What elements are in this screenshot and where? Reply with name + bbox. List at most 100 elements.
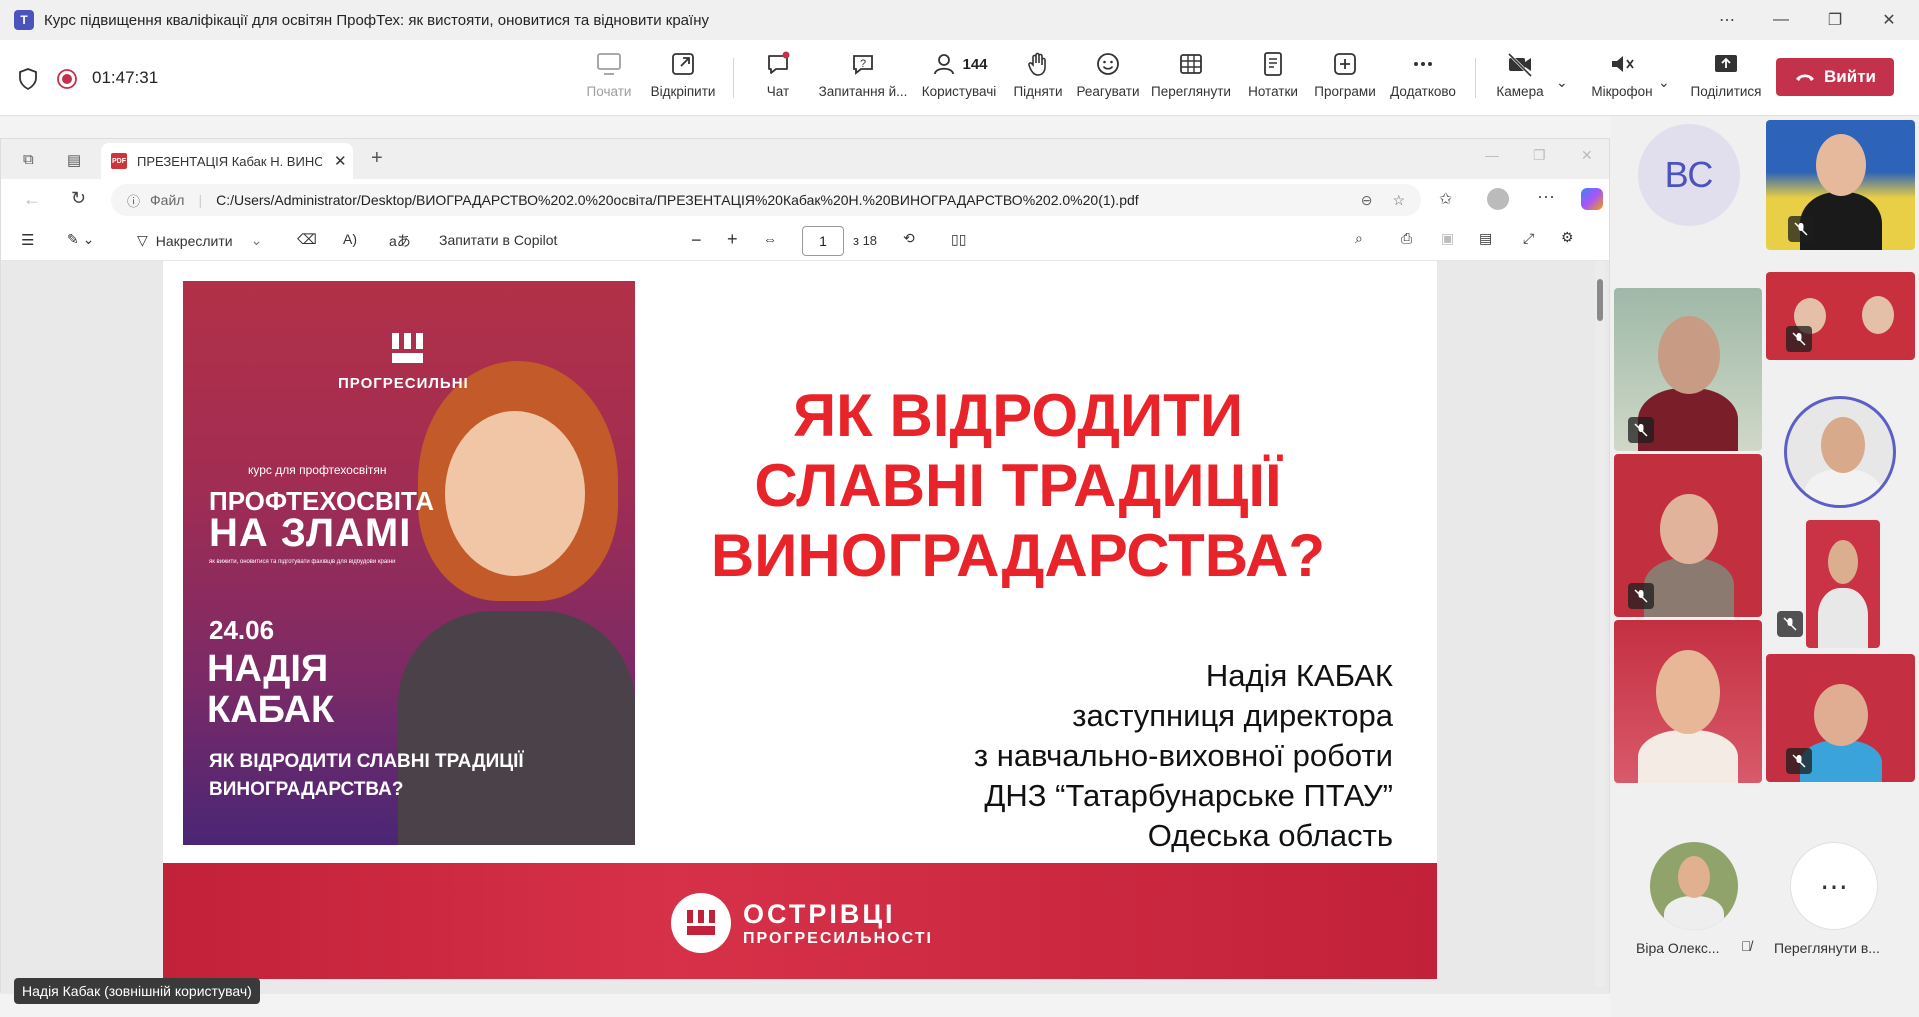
participant-count: 144 (962, 55, 988, 73)
participant-video-5[interactable] (1806, 520, 1880, 648)
plus-icon (1334, 53, 1356, 75)
refresh-icon[interactable]: ↻ (71, 188, 86, 209)
highlight-icon[interactable]: ✎ ⌄ (67, 231, 94, 248)
poster-speaker-last: КАБАК (207, 689, 335, 731)
hand-icon (1028, 52, 1046, 76)
slide-title: ЯК ВІДРОДИТИ СЛАВНІ ТРАДИЦІЇ ВИНОГРАДАРС… (710, 382, 1326, 589)
translate-icon[interactable]: aあ (389, 231, 411, 251)
meeting-toolbar: 01:47:31 Почати Відкріпити Чат ? Запитан… (0, 40, 1919, 116)
muted-mic-icon (1628, 583, 1654, 609)
minimize-button[interactable]: — (1766, 8, 1796, 32)
raise-hand-button[interactable]: Підняти (1000, 50, 1076, 110)
view-more-participants-button[interactable]: ⋯ (1790, 842, 1878, 930)
profile-avatar[interactable] (1487, 188, 1509, 210)
url-field[interactable]: ⓘ Файл | C:/Users/Administrator/Desktop/… (111, 184, 1421, 216)
participant-active-speaker[interactable] (1784, 396, 1896, 508)
restore-button[interactable]: ❐ (1820, 8, 1850, 32)
participant-avatar-initials[interactable]: ВС (1638, 124, 1740, 226)
more-button[interactable]: Додатково (1385, 50, 1461, 110)
browser-more-icon[interactable]: ⋯ (1537, 187, 1555, 208)
participant-video-7[interactable] (1766, 654, 1915, 782)
camera-off-icon (1507, 52, 1533, 78)
fit-page-icon[interactable]: ⇔ (763, 231, 777, 247)
browser-tab-pdf[interactable]: PDF ПРЕЗЕНТАЦІЯ Кабак Н. ВИНОГРАДАРСТВО … (101, 143, 353, 179)
people-icon (934, 54, 955, 75)
leave-button[interactable]: Вийти (1776, 58, 1894, 96)
poster-date: 24.06 (209, 615, 275, 645)
smile-icon (1097, 53, 1119, 75)
presentation-slide: ПРОГРЕСИЛЬНІ курс для профтехосвітян ПРО… (163, 261, 1437, 979)
page-view-icon[interactable]: ▯▯ (951, 231, 966, 248)
poster-topic-2: ВИНОГРАДАРСТВА? (209, 779, 404, 800)
qa-button[interactable]: ? Запитання й... (819, 50, 907, 110)
participant-video-2[interactable] (1614, 288, 1762, 451)
eraser-icon[interactable]: ⌫ (297, 231, 317, 248)
chat-button[interactable]: Чат (740, 50, 816, 110)
ask-copilot-button[interactable]: Запитати в Copilot (439, 232, 557, 248)
read-aloud-icon[interactable]: A) (343, 231, 357, 247)
back-icon[interactable]: ← (23, 189, 41, 210)
browser-close-icon[interactable]: ✕ (1581, 147, 1593, 164)
new-tab-icon[interactable]: + (371, 147, 383, 170)
print-icon[interactable]: ⎙ (1401, 230, 1412, 247)
info-icon: ⓘ (127, 193, 141, 209)
favorites-icon[interactable]: ✩ (1439, 189, 1452, 209)
browser-minimize-icon[interactable]: — (1485, 147, 1499, 163)
page-number-input[interactable]: 1 (802, 226, 844, 256)
pdf-file-icon: PDF (111, 153, 127, 169)
speaker-photo (445, 411, 585, 576)
share-button[interactable]: Поділитися (1684, 50, 1768, 110)
apps-button[interactable]: Програми (1307, 50, 1383, 110)
copilot-icon[interactable] (1581, 188, 1603, 210)
draw-button[interactable]: ▽ Накреслити ⌄ (137, 232, 262, 249)
popout-button[interactable]: Відкріпити (645, 50, 721, 110)
save-as-icon[interactable]: ▤ (1479, 230, 1492, 247)
muted-mic-icon (1628, 417, 1654, 443)
poster-headline-2: НА ЗЛАМІ (209, 511, 412, 555)
rotate-icon[interactable]: ⟲ (903, 230, 915, 247)
shield-icon (18, 68, 38, 95)
participant-avatar-vira[interactable] (1650, 842, 1738, 930)
meeting-timer: 01:47:31 (92, 68, 159, 87)
close-window-button[interactable]: ✕ (1874, 8, 1904, 32)
participant-name-vira: Віра Олекс... (1636, 940, 1720, 956)
presenter-info: Надія КАБАК заступниця директора з навча… (973, 658, 1393, 853)
footer-logo-icon (671, 893, 731, 953)
more-options-icon[interactable]: ⋯ (1712, 8, 1742, 32)
fullscreen-icon[interactable]: ⤢ (1523, 230, 1534, 247)
screen-share-icon (597, 53, 621, 75)
view-more-label: Переглянути в... (1774, 940, 1880, 956)
mic-button[interactable]: Мікрофон (1580, 50, 1664, 110)
scrollbar[interactable] (1595, 261, 1605, 986)
mic-options-chevron-icon[interactable]: ⌄ (1658, 74, 1670, 91)
save-icon[interactable]: ▣ (1441, 230, 1454, 247)
zoom-icon[interactable]: ⊖ (1361, 192, 1373, 209)
share-icon (1715, 55, 1737, 72)
notes-button[interactable]: Нотатки (1235, 50, 1311, 110)
contents-icon[interactable]: ☰ (21, 231, 34, 249)
close-tab-icon[interactable]: ✕ (334, 152, 347, 170)
view-button[interactable]: Переглянути (1147, 50, 1235, 110)
people-button[interactable]: 144 Користувачі (918, 50, 1000, 110)
workspaces-icon[interactable]: ⧉ (23, 151, 34, 168)
pdf-toolbar: ☰ ✎ ⌄ ▽ Накреслити ⌄ ⌫ A) aあ Запитати в … (1, 221, 1609, 261)
settings-gear-icon[interactable]: ⚙ (1561, 229, 1574, 246)
tab-actions-icon[interactable]: ▤ (67, 151, 81, 169)
pdf-search-icon[interactable]: ⌕ (1355, 230, 1363, 247)
start-share-button[interactable]: Почати (571, 50, 647, 110)
participant-video-6[interactable] (1614, 620, 1762, 783)
participant-video-1[interactable] (1766, 120, 1915, 250)
react-button[interactable]: Реагувати (1070, 50, 1146, 110)
camera-options-chevron-icon[interactable]: ⌄ (1556, 74, 1568, 91)
window-title: Курс підвищення кваліфікації для освітян… (44, 11, 709, 29)
favorite-star-icon[interactable]: ☆ (1392, 192, 1405, 209)
browser-restore-icon[interactable]: ❐ (1533, 147, 1546, 164)
zoom-in-icon[interactable]: + (727, 229, 738, 250)
participant-video-4[interactable] (1614, 454, 1762, 617)
popout-icon (672, 53, 694, 75)
brand-logo-icon (392, 333, 423, 363)
zoom-out-icon[interactable]: − (691, 230, 702, 251)
svg-text:?: ? (860, 58, 866, 70)
participant-video-3[interactable] (1766, 272, 1915, 360)
camera-button[interactable]: Камера (1482, 50, 1558, 110)
